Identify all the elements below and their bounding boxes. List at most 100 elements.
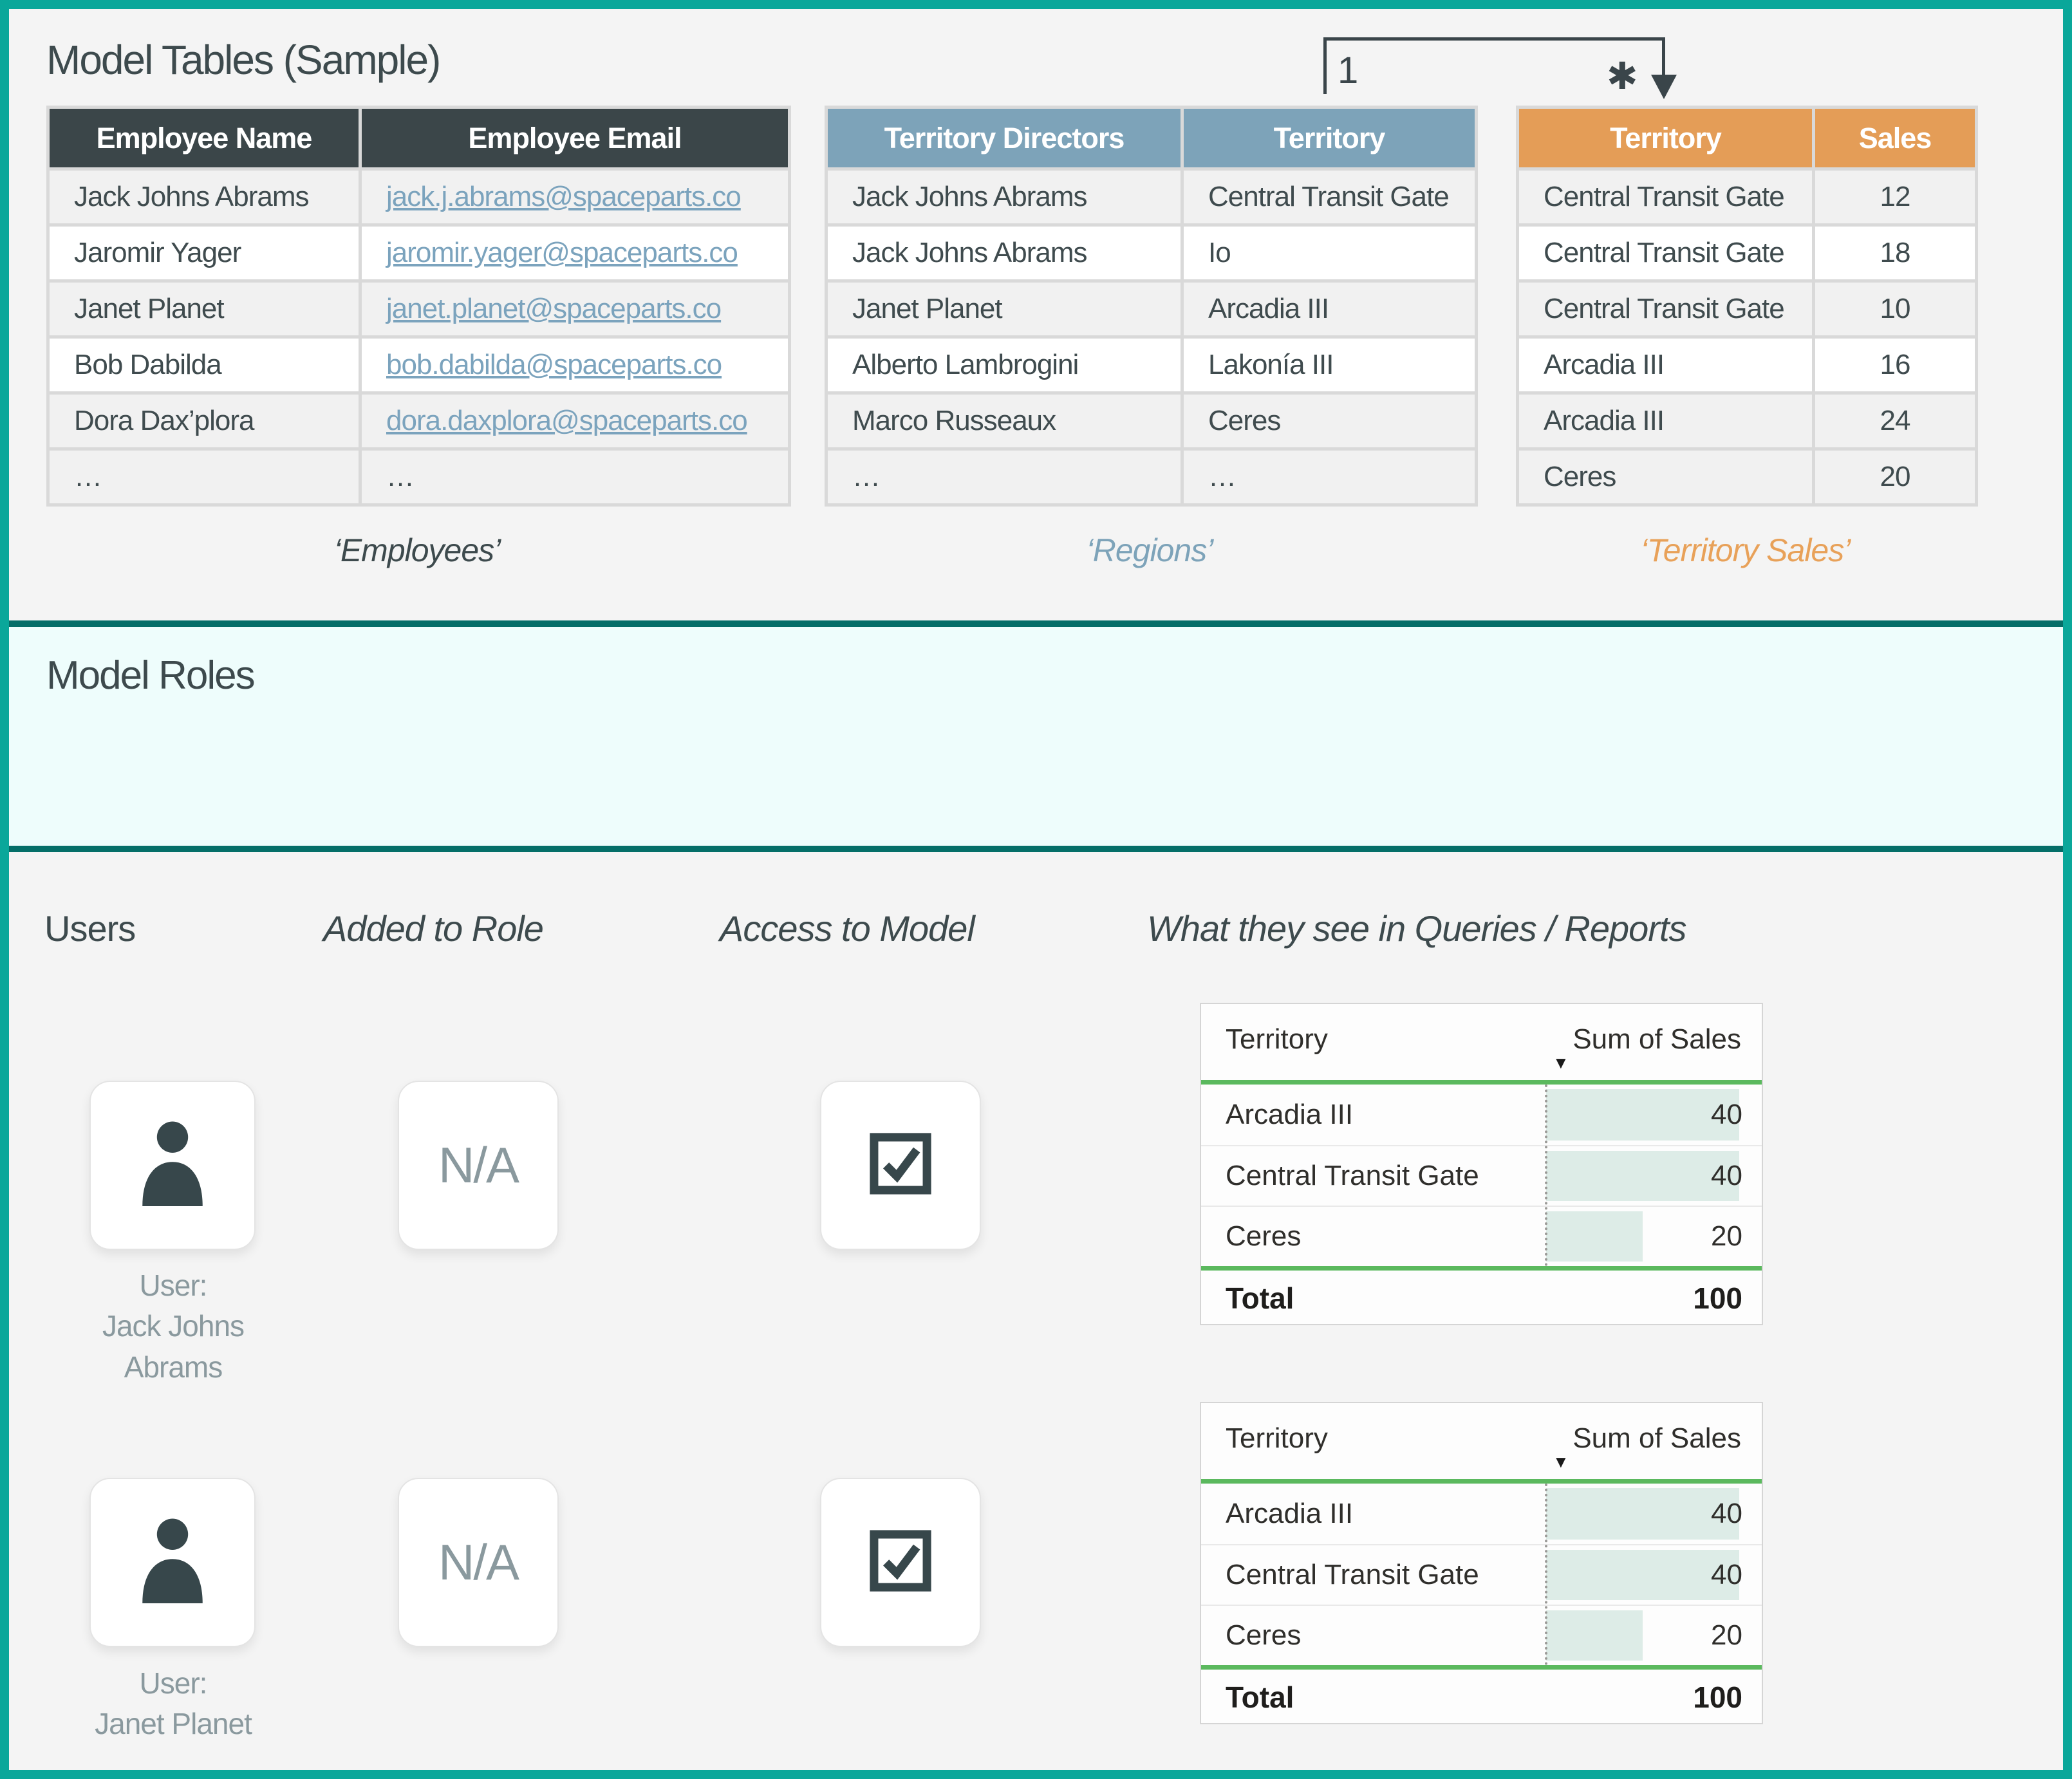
na-label: N/A: [438, 1533, 518, 1592]
divider: [1201, 1080, 1762, 1085]
report-territory-header[interactable]: Territory: [1226, 1422, 1328, 1455]
report-header: Territory Sum of Sales ▼: [1201, 1403, 1762, 1479]
report-row-value: 40: [1711, 1498, 1742, 1530]
email-link[interactable]: jaromir.yager@spaceparts.co: [386, 237, 738, 268]
cell: Dora Dax’plora: [48, 393, 360, 449]
email-link[interactable]: jack.j.abrams@spaceparts.co: [386, 181, 741, 212]
territory-sales-table-caption: ‘Territory Sales’: [1516, 532, 1975, 569]
report-territory-header[interactable]: Territory: [1226, 1023, 1328, 1056]
cell: Jack Johns Abrams: [48, 169, 360, 225]
sort-descending-icon[interactable]: ▼: [1553, 1053, 1569, 1073]
territory-sales-table: Territory Sales Central Transit Gate 12 …: [1516, 106, 1978, 507]
table-row: Alberto Lambrogini Lakonía III: [826, 337, 1477, 393]
table-row: Jaromir Yager jaromir.yager@spaceparts.c…: [48, 225, 790, 281]
cell: Arcadia III: [1518, 337, 1814, 393]
email-link[interactable]: dora.daxplora@spaceparts.co: [386, 405, 747, 436]
report-row-label: Central Transit Gate: [1226, 1559, 1479, 1591]
table-row: … …: [826, 449, 1477, 505]
report-total-label: Total: [1226, 1680, 1294, 1715]
cell: bob.dabilda@spaceparts.co: [360, 337, 790, 393]
queries-reports-column-header: What they see in Queries / Reports: [1147, 908, 1686, 949]
cell: 18: [1814, 225, 1977, 281]
employees-table-caption: ‘Employees’: [46, 532, 788, 569]
report-row: Ceres 20: [1201, 1605, 1762, 1665]
user-caption-line: User:: [44, 1265, 302, 1306]
territory-sales-col-header: Territory: [1518, 107, 1814, 169]
employees-col-header: Employee Name: [48, 107, 360, 169]
data-bar: [1546, 1151, 1739, 1201]
table-row: Arcadia III 16: [1518, 337, 1977, 393]
cell: Jack Johns Abrams: [826, 225, 1182, 281]
table-row: Janet Planet janet.planet@spaceparts.co: [48, 281, 790, 337]
cell: Ceres: [1182, 393, 1477, 449]
table-row: Ceres 20: [1518, 449, 1977, 505]
cell: Janet Planet: [826, 281, 1182, 337]
connector-line: [1323, 37, 1327, 94]
employees-table: Employee Name Employee Email Jack Johns …: [46, 106, 791, 507]
report-row: Arcadia III 40: [1201, 1484, 1762, 1544]
report-matrix-visual: Territory Sum of Sales ▼ Arcadia III 40 …: [1200, 1003, 1763, 1325]
user-card: [89, 1081, 256, 1250]
cell: Central Transit Gate: [1518, 169, 1814, 225]
table-row: Central Transit Gate 18: [1518, 225, 1977, 281]
report-row-value: 20: [1711, 1619, 1742, 1652]
person-icon: [130, 1509, 215, 1616]
users-column-header: Users: [44, 908, 135, 949]
cell: …: [826, 449, 1182, 505]
report-total-value: 100: [1693, 1281, 1742, 1316]
slide-canvas: Model Tables (Sample) Employee Name Empl…: [0, 0, 2072, 1779]
data-bar: [1546, 1488, 1739, 1540]
user-caption-line: Jack Johns: [44, 1306, 302, 1346]
email-link[interactable]: janet.planet@spaceparts.co: [386, 293, 721, 324]
report-row-label: Ceres: [1226, 1619, 1301, 1652]
table-row: Jack Johns Abrams jack.j.abrams@spacepar…: [48, 169, 790, 225]
cell: Arcadia III: [1518, 393, 1814, 449]
person-icon: [130, 1112, 215, 1218]
cell: 24: [1814, 393, 1977, 449]
cell: Bob Dabilda: [48, 337, 360, 393]
page-title: Model Tables (Sample): [46, 36, 440, 84]
cell: Jaromir Yager: [48, 225, 360, 281]
added-to-role-column-header: Added to Role: [323, 908, 543, 949]
checked-checkbox-icon: [864, 1128, 937, 1203]
user-caption: User: Jack Johns Abrams: [44, 1265, 302, 1388]
checked-checkbox-icon: [864, 1525, 937, 1600]
sort-descending-icon[interactable]: ▼: [1553, 1452, 1569, 1472]
report-header: Territory Sum of Sales ▼: [1201, 1004, 1762, 1080]
table-row: Bob Dabilda bob.dabilda@spaceparts.co: [48, 337, 790, 393]
data-bar: [1546, 1610, 1643, 1661]
data-bar: [1546, 1089, 1739, 1141]
table-row: Central Transit Gate 10: [1518, 281, 1977, 337]
report-matrix-visual: Territory Sum of Sales ▼ Arcadia III 40 …: [1200, 1402, 1763, 1724]
report-row: Central Transit Gate 40: [1201, 1544, 1762, 1605]
email-link[interactable]: bob.dabilda@spaceparts.co: [386, 349, 722, 380]
model-roles-section: Model Roles: [9, 620, 2063, 852]
report-row: Ceres 20: [1201, 1206, 1762, 1266]
column-separator: [1545, 1484, 1547, 1665]
arrow-down-icon: [1651, 75, 1677, 99]
regions-table: Territory Directors Territory Jack Johns…: [825, 106, 1478, 507]
report-sum-of-sales-header[interactable]: Sum of Sales: [1573, 1023, 1741, 1056]
cell: 16: [1814, 337, 1977, 393]
cell: Jack Johns Abrams: [826, 169, 1182, 225]
cell: Central Transit Gate: [1518, 281, 1814, 337]
report-row-value: 40: [1711, 1559, 1742, 1591]
table-row: Marco Russeaux Ceres: [826, 393, 1477, 449]
territory-sales-col-header: Sales: [1814, 107, 1977, 169]
cell: Central Transit Gate: [1518, 225, 1814, 281]
user-caption: User: Janet Planet: [44, 1663, 302, 1745]
report-row-value: 20: [1711, 1220, 1742, 1253]
model-roles-title: Model Roles: [46, 653, 254, 698]
cell: …: [48, 449, 360, 505]
cell: 10: [1814, 281, 1977, 337]
table-row: Central Transit Gate 12: [1518, 169, 1977, 225]
cell: dora.daxplora@spaceparts.co: [360, 393, 790, 449]
table-row: Janet Planet Arcadia III: [826, 281, 1477, 337]
cell: jaromir.yager@spaceparts.co: [360, 225, 790, 281]
data-bar: [1546, 1550, 1739, 1600]
user-caption-line: User:: [44, 1663, 302, 1704]
added-to-role-card: N/A: [398, 1478, 559, 1647]
connector-line: [1662, 37, 1665, 77]
cell: jack.j.abrams@spaceparts.co: [360, 169, 790, 225]
report-sum-of-sales-header[interactable]: Sum of Sales: [1573, 1422, 1741, 1455]
